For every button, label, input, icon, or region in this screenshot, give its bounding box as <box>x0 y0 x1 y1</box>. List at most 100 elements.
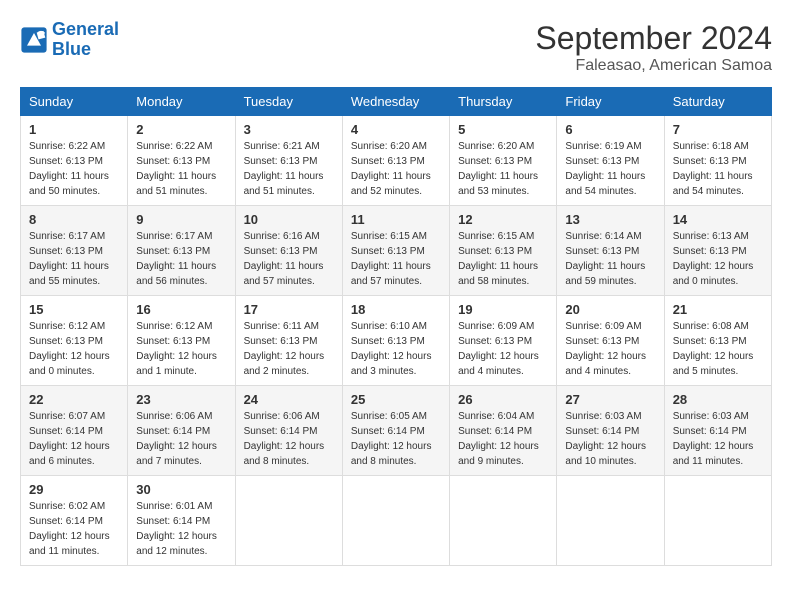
logo-line1: General <box>52 19 119 39</box>
weekday-header: Thursday <box>450 88 557 116</box>
calendar-day-cell: 5 Sunrise: 6:20 AMSunset: 6:13 PMDaylight… <box>450 116 557 206</box>
calendar-day-cell: 26 Sunrise: 6:04 AMSunset: 6:14 PMDayligh… <box>450 386 557 476</box>
empty-cell <box>342 476 449 566</box>
location-title: Faleasao, American Samoa <box>535 57 772 75</box>
calendar-day-cell: 7 Sunrise: 6:18 AMSunset: 6:13 PMDaylight… <box>664 116 771 206</box>
day-info: Sunrise: 6:06 AMSunset: 6:14 PMDaylight:… <box>136 409 226 469</box>
day-info: Sunrise: 6:15 AMSunset: 6:13 PMDaylight:… <box>351 229 441 289</box>
day-info: Sunrise: 6:12 AMSunset: 6:13 PMDaylight:… <box>136 319 226 379</box>
logo-icon <box>20 26 48 54</box>
logo-text: General Blue <box>52 20 119 60</box>
day-number: 1 <box>29 122 119 137</box>
calendar-day-cell: 15 Sunrise: 6:12 AMSunset: 6:13 PMDayligh… <box>21 296 128 386</box>
calendar-day-cell: 20Sunrise: 6:09 AMSunset: 6:13 PMDayligh… <box>557 296 664 386</box>
day-info: Sunrise: 6:11 AMSunset: 6:13 PMDaylight:… <box>244 319 334 379</box>
day-number: 26 <box>458 392 548 407</box>
day-info: Sunrise: 6:20 AMSunset: 6:13 PMDaylight:… <box>458 139 548 199</box>
day-info: Sunrise: 6:04 AMSunset: 6:14 PMDaylight:… <box>458 409 548 469</box>
day-number: 15 <box>29 302 119 317</box>
calendar-day-cell: 17 Sunrise: 6:11 AMSunset: 6:13 PMDayligh… <box>235 296 342 386</box>
day-number: 22 <box>29 392 119 407</box>
calendar-day-cell: 23 Sunrise: 6:06 AMSunset: 6:14 PMDayligh… <box>128 386 235 476</box>
day-number: 8 <box>29 212 119 227</box>
calendar-day-cell: 27 Sunrise: 6:03 AMSunset: 6:14 PMDayligh… <box>557 386 664 476</box>
calendar-week-row: 15 Sunrise: 6:12 AMSunset: 6:13 PMDayligh… <box>21 296 772 386</box>
day-number: 27 <box>565 392 655 407</box>
calendar-day-cell: 30 Sunrise: 6:01 AMSunset: 6:14 PMDayligh… <box>128 476 235 566</box>
weekday-header: Wednesday <box>342 88 449 116</box>
day-info: Sunrise: 6:18 AMSunset: 6:13 PMDaylight:… <box>673 139 763 199</box>
day-number: 21 <box>673 302 763 317</box>
empty-cell <box>235 476 342 566</box>
day-number: 25 <box>351 392 441 407</box>
day-info: Sunrise: 6:15 AMSunset: 6:13 PMDaylight:… <box>458 229 548 289</box>
calendar-day-cell: 14 Sunrise: 6:13 AMSunset: 6:13 PMDayligh… <box>664 206 771 296</box>
day-number: 7 <box>673 122 763 137</box>
calendar-day-cell: 8 Sunrise: 6:17 AMSunset: 6:13 PMDaylight… <box>21 206 128 296</box>
calendar-day-cell: 29 Sunrise: 6:02 AMSunset: 6:14 PMDayligh… <box>21 476 128 566</box>
day-info: Sunrise: 6:12 AMSunset: 6:13 PMDaylight:… <box>29 319 119 379</box>
day-number: 13 <box>565 212 655 227</box>
day-info: Sunrise: 6:19 AMSunset: 6:13 PMDaylight:… <box>565 139 655 199</box>
day-info: Sunrise: 6:05 AMSunset: 6:14 PMDaylight:… <box>351 409 441 469</box>
calendar-day-cell: 18 Sunrise: 6:10 AMSunset: 6:13 PMDayligh… <box>342 296 449 386</box>
day-number: 19 <box>458 302 548 317</box>
calendar-day-cell: 10Sunrise: 6:16 AMSunset: 6:13 PMDayligh… <box>235 206 342 296</box>
calendar-week-row: 29 Sunrise: 6:02 AMSunset: 6:14 PMDayligh… <box>21 476 772 566</box>
calendar-day-cell: 9 Sunrise: 6:17 AMSunset: 6:13 PMDaylight… <box>128 206 235 296</box>
calendar-day-cell: 19Sunrise: 6:09 AMSunset: 6:13 PMDayligh… <box>450 296 557 386</box>
logo-line2: Blue <box>52 40 119 60</box>
day-number: 20 <box>565 302 655 317</box>
calendar-day-cell: 16 Sunrise: 6:12 AMSunset: 6:13 PMDayligh… <box>128 296 235 386</box>
day-info: Sunrise: 6:17 AMSunset: 6:13 PMDaylight:… <box>29 229 119 289</box>
calendar-week-row: 1 Sunrise: 6:22 AMSunset: 6:13 PMDaylight… <box>21 116 772 206</box>
day-info: Sunrise: 6:01 AMSunset: 6:14 PMDaylight:… <box>136 499 226 559</box>
day-number: 18 <box>351 302 441 317</box>
calendar-day-cell: 24Sunrise: 6:06 AMSunset: 6:14 PMDayligh… <box>235 386 342 476</box>
day-number: 9 <box>136 212 226 227</box>
day-info: Sunrise: 6:22 AMSunset: 6:13 PMDaylight:… <box>29 139 119 199</box>
calendar-day-cell: 3Sunrise: 6:21 AMSunset: 6:13 PMDaylight… <box>235 116 342 206</box>
calendar-day-cell: 12 Sunrise: 6:15 AMSunset: 6:13 PMDayligh… <box>450 206 557 296</box>
day-info: Sunrise: 6:07 AMSunset: 6:14 PMDaylight:… <box>29 409 119 469</box>
calendar-week-row: 8 Sunrise: 6:17 AMSunset: 6:13 PMDaylight… <box>21 206 772 296</box>
calendar-day-cell: 11 Sunrise: 6:15 AMSunset: 6:13 PMDayligh… <box>342 206 449 296</box>
weekday-header: Saturday <box>664 88 771 116</box>
calendar-day-cell: 25 Sunrise: 6:05 AMSunset: 6:14 PMDayligh… <box>342 386 449 476</box>
header: General Blue September 2024 Faleasao, Am… <box>20 20 772 75</box>
calendar-day-cell: 4Sunrise: 6:20 AMSunset: 6:13 PMDaylight… <box>342 116 449 206</box>
day-number: 29 <box>29 482 119 497</box>
day-number: 14 <box>673 212 763 227</box>
calendar-day-cell: 22 Sunrise: 6:07 AMSunset: 6:14 PMDayligh… <box>21 386 128 476</box>
day-info: Sunrise: 6:22 AMSunset: 6:13 PMDaylight:… <box>136 139 226 199</box>
day-number: 11 <box>351 212 441 227</box>
day-number: 6 <box>565 122 655 137</box>
day-info: Sunrise: 6:02 AMSunset: 6:14 PMDaylight:… <box>29 499 119 559</box>
day-number: 10 <box>244 212 334 227</box>
calendar-day-cell: 13 Sunrise: 6:14 AMSunset: 6:13 PMDayligh… <box>557 206 664 296</box>
calendar-day-cell: 2Sunrise: 6:22 AMSunset: 6:13 PMDaylight… <box>128 116 235 206</box>
weekday-header: Friday <box>557 88 664 116</box>
day-info: Sunrise: 6:10 AMSunset: 6:13 PMDaylight:… <box>351 319 441 379</box>
day-number: 3 <box>244 122 334 137</box>
weekday-header: Monday <box>128 88 235 116</box>
day-info: Sunrise: 6:03 AMSunset: 6:14 PMDaylight:… <box>673 409 763 469</box>
day-info: Sunrise: 6:06 AMSunset: 6:14 PMDaylight:… <box>244 409 334 469</box>
calendar-header-row: SundayMondayTuesdayWednesdayThursdayFrid… <box>21 88 772 116</box>
day-number: 17 <box>244 302 334 317</box>
day-info: Sunrise: 6:13 AMSunset: 6:13 PMDaylight:… <box>673 229 763 289</box>
title-area: September 2024 Faleasao, American Samoa <box>535 20 772 75</box>
day-info: Sunrise: 6:17 AMSunset: 6:13 PMDaylight:… <box>136 229 226 289</box>
day-number: 12 <box>458 212 548 227</box>
logo: General Blue <box>20 20 119 60</box>
day-info: Sunrise: 6:14 AMSunset: 6:13 PMDaylight:… <box>565 229 655 289</box>
day-number: 16 <box>136 302 226 317</box>
day-info: Sunrise: 6:03 AMSunset: 6:14 PMDaylight:… <box>565 409 655 469</box>
weekday-header: Sunday <box>21 88 128 116</box>
day-number: 30 <box>136 482 226 497</box>
day-number: 23 <box>136 392 226 407</box>
day-number: 5 <box>458 122 548 137</box>
calendar-day-cell: 6 Sunrise: 6:19 AMSunset: 6:13 PMDaylight… <box>557 116 664 206</box>
calendar-week-row: 22 Sunrise: 6:07 AMSunset: 6:14 PMDayligh… <box>21 386 772 476</box>
day-info: Sunrise: 6:08 AMSunset: 6:13 PMDaylight:… <box>673 319 763 379</box>
